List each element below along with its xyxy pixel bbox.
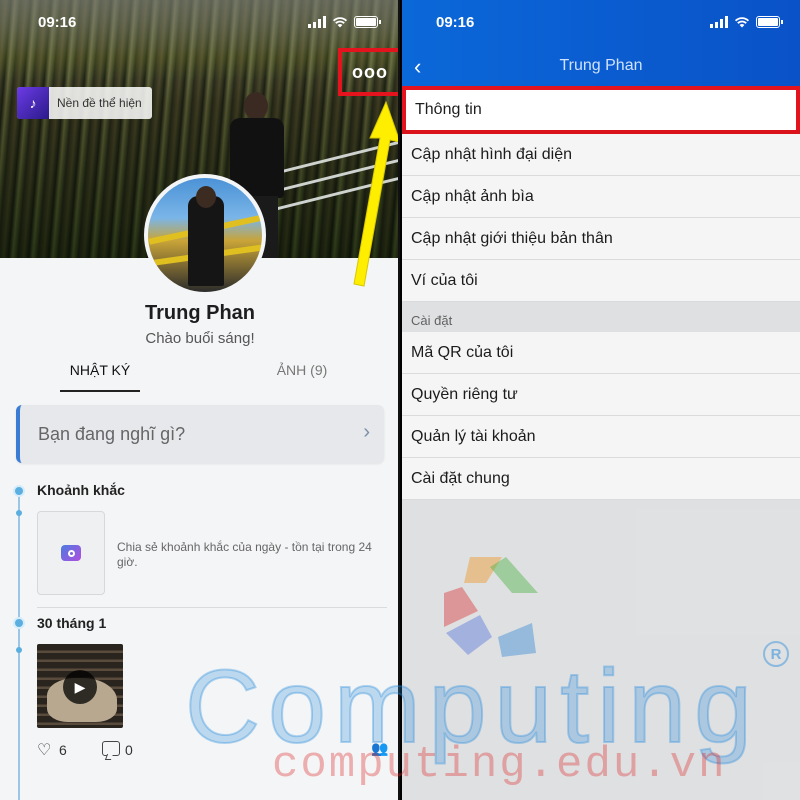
menu-item-account[interactable]: Quản lý tài khoản xyxy=(402,416,800,458)
timeline-line xyxy=(18,490,20,800)
divider xyxy=(37,607,387,608)
post-date: 30 tháng 1 xyxy=(37,615,107,631)
registered-mark: R xyxy=(763,641,789,667)
add-moment-button[interactable] xyxy=(37,511,105,595)
music-note-icon: ♪ xyxy=(17,87,49,119)
settings-section-label: Cài đặt xyxy=(402,302,800,332)
status-time: 09:16 xyxy=(38,14,77,31)
post-composer[interactable]: Bạn đang nghĩ gì? › xyxy=(16,405,384,463)
comment-icon[interactable] xyxy=(102,741,120,756)
timeline-dot-small xyxy=(16,647,22,653)
moments-title: Khoảnh khắc xyxy=(37,482,125,498)
profile-tabs: NHẬT KÝ ẢNH (9) xyxy=(0,362,398,392)
menu-item-update-bio[interactable]: Cập nhật giới thiệu bản thân xyxy=(402,218,800,260)
profile-name: Trung Phan xyxy=(145,302,255,324)
yellow-arrow-annotation xyxy=(353,100,398,287)
avatar[interactable] xyxy=(144,174,266,296)
camera-icon xyxy=(61,545,81,561)
wifi-icon xyxy=(734,17,750,28)
menu-item-info[interactable]: Thông tin xyxy=(402,86,800,134)
signal-icon xyxy=(710,16,728,28)
battery-icon xyxy=(756,16,783,28)
composer-placeholder: Bạn đang nghĩ gì? xyxy=(38,424,186,444)
menu-header: 09:16 ‹ Trung Phan xyxy=(402,0,800,86)
more-options-button[interactable]: ooo xyxy=(338,48,398,96)
timeline-dot-small xyxy=(16,510,22,516)
menu-item-wallet[interactable]: Ví của tôi xyxy=(402,260,800,302)
computing-logo-watermark xyxy=(444,557,538,657)
moments-description: Chia sẻ khoảnh khắc của ngày - tồn tại t… xyxy=(117,540,372,569)
menu-item-privacy[interactable]: Quyền riêng tư xyxy=(402,374,800,416)
battery-icon xyxy=(354,16,381,28)
comment-count: 0 xyxy=(125,742,133,758)
wifi-icon xyxy=(332,17,348,28)
profile-greeting: Chào buổi sáng! xyxy=(145,330,255,347)
more-dots-icon: ooo xyxy=(352,61,388,82)
play-icon[interactable]: ▶ xyxy=(63,670,97,704)
profile-menu: Thông tin Cập nhật hình đại diện Cập nhậ… xyxy=(402,86,800,500)
menu-item-update-cover[interactable]: Cập nhật ảnh bìa xyxy=(402,176,800,218)
background-theme-label: Nền đề thể hiện xyxy=(57,96,142,110)
heart-icon[interactable]: ♡ xyxy=(37,740,51,760)
timeline-dot xyxy=(13,485,25,497)
signal-icon xyxy=(308,16,326,28)
menu-item-general-settings[interactable]: Cài đặt chung xyxy=(402,458,800,500)
tab-diary[interactable]: NHẬT KÝ xyxy=(60,362,140,392)
status-bar: 09:16 xyxy=(402,12,800,34)
status-bar: 09:16 xyxy=(0,12,398,34)
background-theme-chip[interactable]: ♪ Nền đề thể hiện xyxy=(17,87,152,119)
chevron-right-icon: › xyxy=(363,421,370,443)
like-count: 6 xyxy=(59,742,67,758)
menu-item-qr-code[interactable]: Mã QR của tôi xyxy=(402,332,800,374)
status-time: 09:16 xyxy=(436,14,475,31)
url-watermark: computing.edu.vn xyxy=(272,740,727,790)
tab-photos[interactable]: ẢNH (9) xyxy=(262,362,342,378)
menu-title: Trung Phan xyxy=(559,57,643,74)
post-video-thumbnail[interactable]: ▶ xyxy=(37,644,123,728)
menu-item-update-avatar[interactable]: Cập nhật hình đại diện xyxy=(402,134,800,176)
timeline-dot xyxy=(13,617,25,629)
